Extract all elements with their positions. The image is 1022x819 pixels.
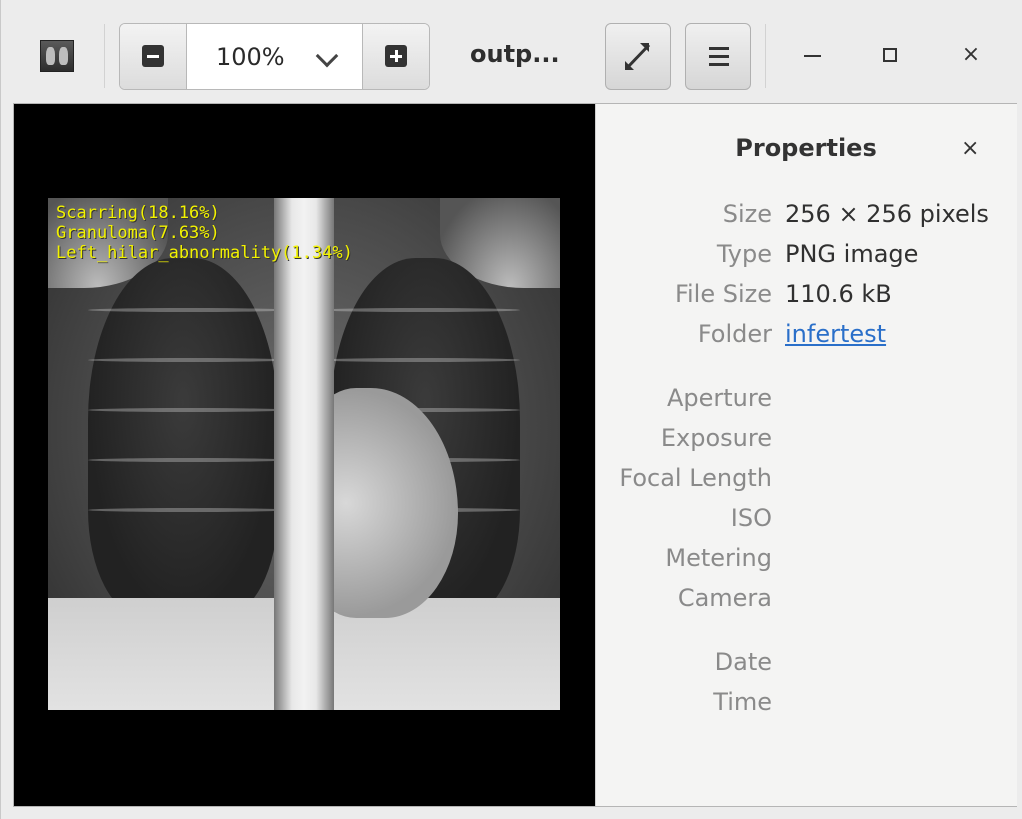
- plus-icon: [385, 45, 407, 67]
- property-label: ISO: [730, 504, 772, 532]
- main-content: Scarring(18.16%) Granuloma(7.63%) Left_h…: [13, 103, 1017, 807]
- maximize-icon: [883, 48, 897, 62]
- zoom-level[interactable]: 100%: [216, 43, 285, 71]
- menu-button[interactable]: [685, 23, 751, 90]
- zoom-control: 100%: [119, 23, 430, 90]
- maximize-button[interactable]: [870, 36, 910, 76]
- xray-detail: [88, 258, 278, 618]
- xray-thumbnail-icon: [40, 40, 74, 72]
- xray-detail: [88, 308, 288, 312]
- property-label: Exposure: [660, 424, 772, 452]
- property-value: PNG image: [785, 240, 919, 268]
- header-bar: 100% outp... ×: [1, 0, 1022, 104]
- property-value: 256 × 256 pixels: [785, 200, 989, 228]
- property-label: Folder: [697, 320, 772, 348]
- close-properties-button[interactable]: ×: [961, 136, 979, 161]
- window-title: outp...: [470, 40, 560, 68]
- xray-detail: [88, 508, 288, 512]
- chevron-down-icon[interactable]: [315, 44, 339, 68]
- fullscreen-icon: [625, 43, 651, 70]
- xray-detail: [88, 358, 288, 362]
- property-label: Time: [713, 688, 772, 716]
- xray-detail: [320, 308, 520, 312]
- property-label: File Size: [674, 280, 772, 308]
- property-label: Aperture: [666, 384, 772, 412]
- separator: [765, 24, 766, 88]
- property-value: 110.6 kB: [785, 280, 892, 308]
- xray-detail: [320, 358, 520, 362]
- zoom-out-button[interactable]: [120, 24, 187, 89]
- minus-icon: [142, 45, 164, 67]
- chest-xray-image: Scarring(18.16%) Granuloma(7.63%) Left_h…: [48, 198, 560, 710]
- xray-detail: [88, 408, 288, 412]
- property-label: Metering: [665, 544, 772, 572]
- annotation-label: Left_hilar_abnormality(1.34%): [56, 243, 353, 263]
- xray-detail: [274, 198, 334, 710]
- image-viewer-window: 100% outp... × Scarring(18.16%) Granulom…: [0, 0, 1022, 819]
- property-label: Type: [716, 240, 772, 268]
- folder-link[interactable]: infertest: [785, 320, 886, 348]
- property-label: Focal Length: [619, 464, 772, 492]
- properties-title: Properties: [735, 134, 877, 162]
- properties-panel: Properties × Size 256 × 256 pixels Type …: [595, 104, 1017, 806]
- minimize-button[interactable]: [791, 36, 831, 76]
- minimize-icon: [804, 55, 821, 57]
- close-window-button[interactable]: ×: [951, 36, 991, 76]
- fullscreen-button[interactable]: [605, 23, 671, 90]
- property-label: Size: [722, 200, 772, 228]
- property-label: Date: [714, 648, 772, 676]
- annotation-label: Scarring(18.16%): [56, 203, 220, 223]
- separator: [104, 24, 105, 88]
- xray-detail: [88, 458, 288, 462]
- zoom-in-button[interactable]: [362, 24, 429, 89]
- image-canvas[interactable]: Scarring(18.16%) Granuloma(7.63%) Left_h…: [14, 104, 595, 806]
- annotation-label: Granuloma(7.63%): [56, 223, 220, 243]
- close-icon: ×: [961, 42, 981, 67]
- property-label: Camera: [677, 584, 772, 612]
